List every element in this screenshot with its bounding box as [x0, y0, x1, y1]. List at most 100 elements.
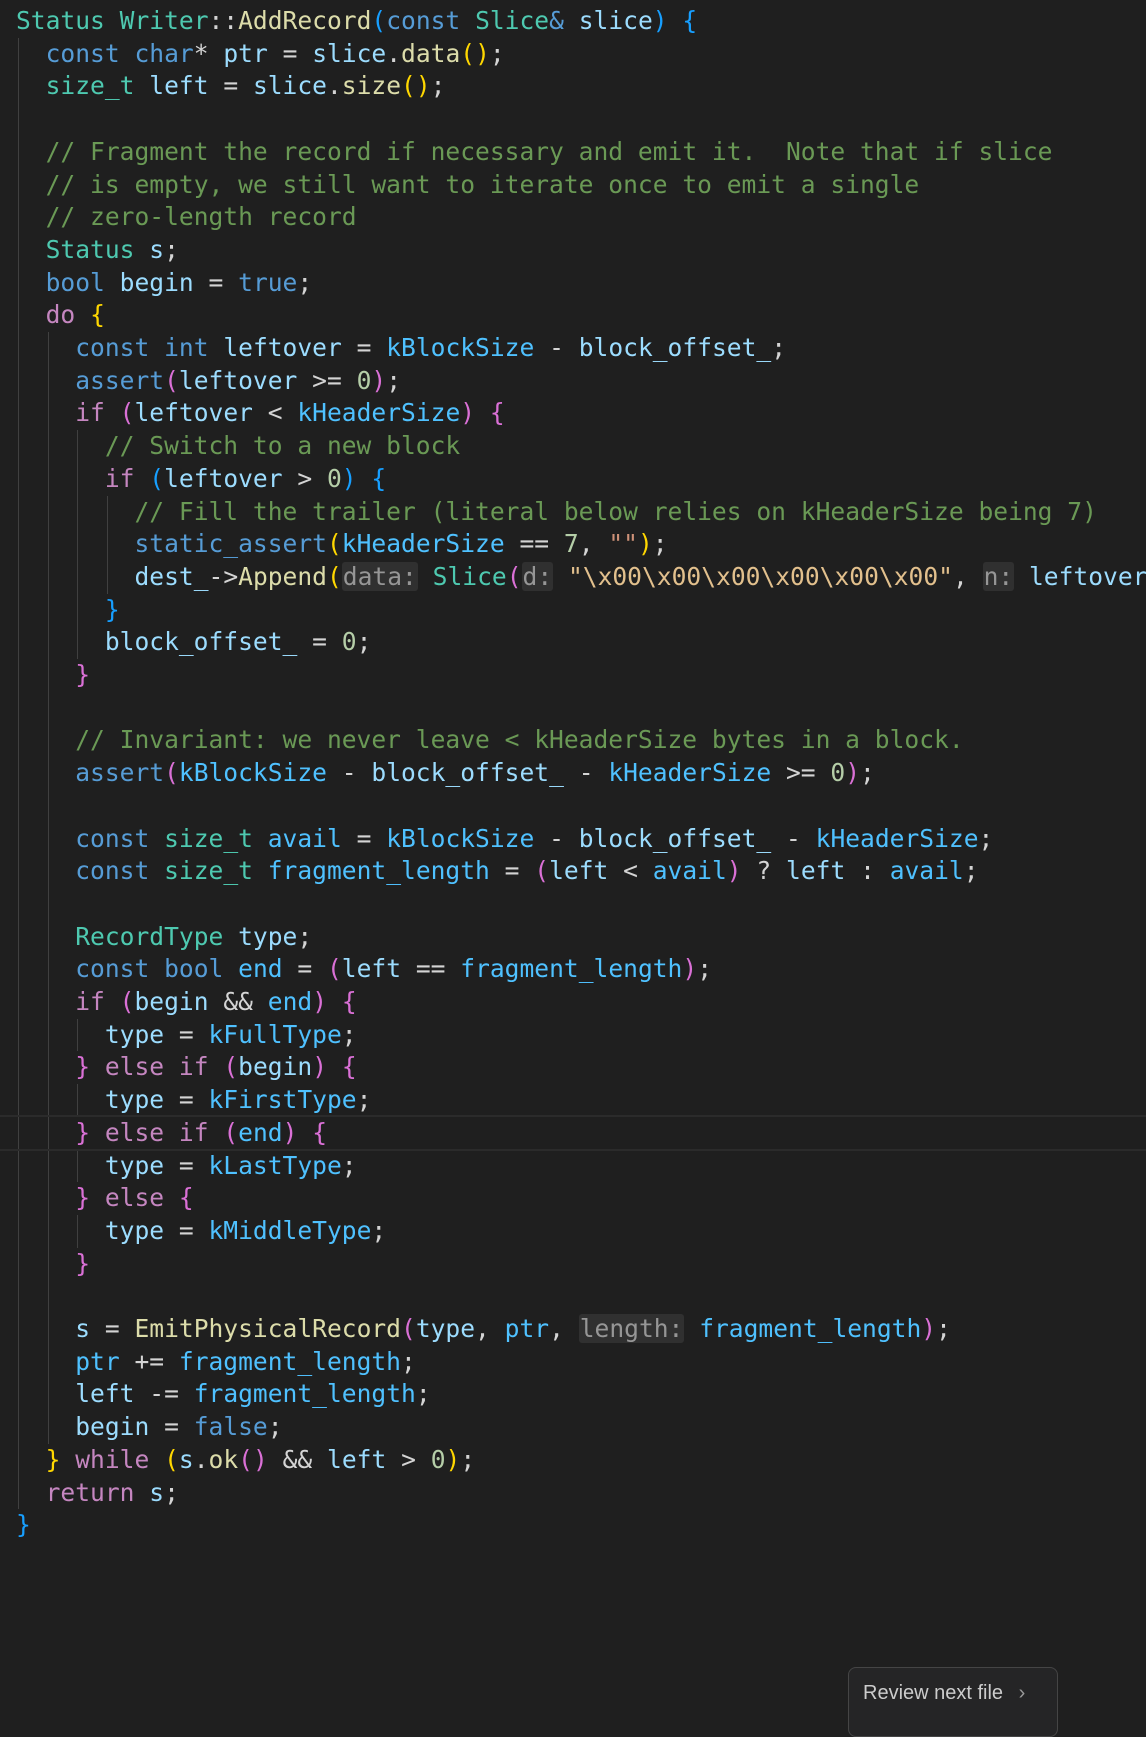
code-token: Status: [16, 6, 105, 35]
code-token: // is empty, we still want to iterate on…: [45, 169, 920, 199]
code-line[interactable]: ptr += fragment_length;: [0, 1344, 1146, 1380]
code-token: -: [771, 823, 816, 853]
code-token: kMiddleType: [208, 1215, 372, 1245]
code-line[interactable]: assert(leftover >= 0);: [0, 363, 1146, 399]
code-token: fragment_length: [178, 1346, 401, 1376]
code-line[interactable]: block_offset_ = 0;: [0, 624, 1146, 660]
code-token: fragment_length: [460, 954, 683, 984]
code-line[interactable]: // is empty, we still want to iterate on…: [0, 167, 1146, 203]
code-line[interactable]: do {: [0, 297, 1146, 333]
code-line[interactable]: [0, 886, 1146, 922]
code-line[interactable]: const int leftover = kBlockSize - block_…: [0, 330, 1146, 366]
code-token: {: [178, 1183, 194, 1213]
code-line[interactable]: static_assert(kHeaderSize == 7, "");: [0, 526, 1146, 562]
code-token: // Invariant: we never leave < kHeaderSi…: [75, 725, 964, 755]
code-token: {: [489, 398, 505, 428]
code-token: 7: [563, 529, 579, 559]
code-line[interactable]: s = EmitPhysicalRecord(type, ptr, length…: [0, 1311, 1146, 1347]
code-line[interactable]: // Fragment the record if necessary and …: [0, 134, 1146, 170]
code-line[interactable]: } else {: [0, 1180, 1146, 1216]
code-line[interactable]: const size_t avail = kBlockSize - block_…: [0, 821, 1146, 857]
inlay-hint: data:: [341, 561, 418, 591]
code-token: ;: [164, 234, 179, 264]
code-line[interactable]: assert(kBlockSize - block_offset_ - kHea…: [0, 755, 1146, 791]
code-token: block_offset_: [104, 627, 298, 657]
code-line[interactable]: Status s;: [0, 232, 1146, 268]
code-token: slice: [578, 6, 653, 35]
code-line[interactable]: if (leftover > 0) {: [0, 461, 1146, 497]
code-token: (: [223, 1117, 239, 1147]
code-token: ;: [356, 1085, 372, 1115]
code-token: =: [90, 1314, 135, 1343]
code-token: +=: [119, 1346, 179, 1376]
code-token: bool: [45, 267, 105, 297]
code-line[interactable]: }: [0, 1246, 1146, 1282]
code-line[interactable]: return s;: [0, 1475, 1146, 1511]
code-line[interactable]: [0, 1278, 1146, 1314]
code-line[interactable]: } else if (end) {: [0, 1114, 1146, 1151]
code-line[interactable]: }: [0, 657, 1146, 693]
review-next-file-button[interactable]: Review next file ›: [848, 1667, 1058, 1737]
code-line[interactable]: type = kMiddleType;: [0, 1213, 1146, 1249]
code-token: &: [549, 6, 564, 35]
code-token: {: [682, 6, 698, 35]
code-token: =: [164, 1019, 209, 1049]
code-line[interactable]: } else if (begin) {: [0, 1049, 1146, 1085]
code-token: do: [45, 300, 76, 330]
code-line[interactable]: [0, 690, 1146, 726]
code-line[interactable]: [0, 101, 1146, 137]
code-line[interactable]: if (begin && end) {: [0, 984, 1146, 1020]
code-token: }: [16, 1510, 31, 1540]
code-token: =: [282, 954, 327, 984]
code-line[interactable]: const size_t fragment_length = (left < a…: [0, 853, 1146, 889]
code-token: fragment_length: [193, 1379, 416, 1409]
code-token: ): [312, 1052, 328, 1082]
code-token: }: [75, 1248, 91, 1278]
code-token: =: [164, 1085, 209, 1115]
code-line[interactable]: // Invariant: we never leave < kHeaderSi…: [0, 722, 1146, 758]
code-line[interactable]: size_t left = slice.size();: [0, 68, 1146, 104]
code-token: leftover: [134, 398, 253, 428]
code-token: ): [282, 1117, 298, 1147]
code-token: "\x00\x00\x00\x00\x00\x00": [567, 561, 953, 591]
code-token: }: [75, 1117, 91, 1147]
code-token: 0: [356, 365, 372, 395]
code-token: if: [104, 463, 135, 493]
code-line[interactable]: const bool end = (left == fragment_lengt…: [0, 951, 1146, 987]
code-line[interactable]: left -= fragment_length;: [0, 1376, 1146, 1412]
code-editor[interactable]: Status Writer::AddRecord(const Slice& sl…: [0, 0, 1146, 1728]
code-line[interactable]: }: [0, 592, 1146, 628]
code-line[interactable]: if (leftover < kHeaderSize) {: [0, 395, 1146, 431]
code-token: if: [75, 987, 105, 1016]
code-line[interactable]: type = kLastType;: [0, 1148, 1146, 1184]
code-line[interactable]: }: [0, 1507, 1146, 1543]
code-line[interactable]: Status Writer::AddRecord(const Slice& sl…: [0, 3, 1146, 39]
code-line[interactable]: type = kFullType;: [0, 1017, 1146, 1053]
code-line[interactable]: bool begin = true;: [0, 265, 1146, 301]
code-line[interactable]: begin = false;: [0, 1409, 1146, 1445]
code-line[interactable]: } while (s.ok() && left > 0);: [0, 1442, 1146, 1478]
code-token: (: [326, 954, 342, 984]
code-line[interactable]: type = kFirstType;: [0, 1082, 1146, 1118]
code-line[interactable]: [0, 788, 1146, 824]
code-line[interactable]: // Fill the trailer (literal below relie…: [0, 494, 1146, 530]
code-line[interactable]: RecordType type;: [0, 919, 1146, 955]
code-line[interactable]: // Switch to a new block: [0, 428, 1146, 464]
code-line[interactable]: const char* ptr = slice.data();: [0, 36, 1146, 72]
code-token: s: [75, 1314, 91, 1343]
code-token: ;: [297, 267, 313, 297]
code-line[interactable]: // zero-length record: [0, 199, 1146, 235]
code-line[interactable]: dest_->Append(data: Slice(d: "\x00\x00\x…: [0, 559, 1146, 595]
